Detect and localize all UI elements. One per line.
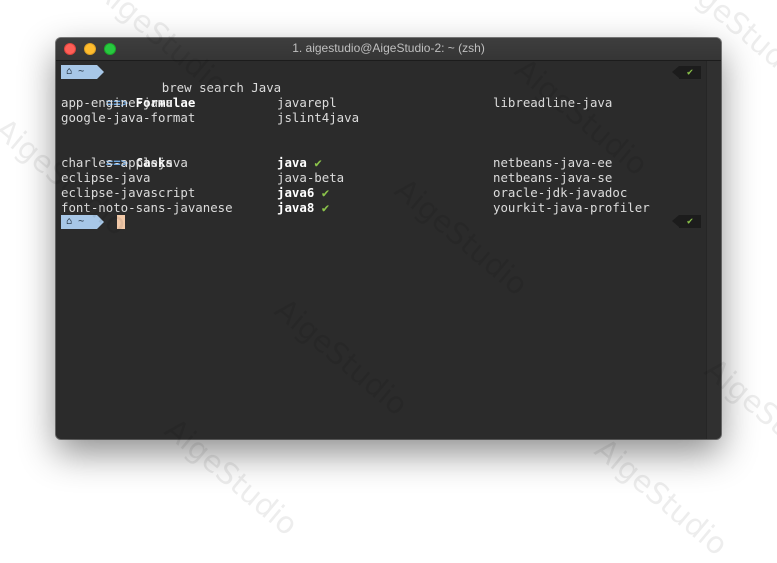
cask-name: java-beta [277, 170, 345, 185]
checkmark-icon: ✔ [686, 216, 694, 227]
home-icon: ⌂ [66, 216, 73, 227]
cask-name: java8 [277, 200, 315, 215]
window-title: 1. aigestudio@AigeStudio-2: ~ (zsh) [292, 41, 485, 55]
list-item: eclipse-java java-beta netbeans-java-se [61, 170, 701, 185]
cask-name: font-noto-sans-javanese [61, 200, 233, 215]
checkmark-icon: ✔ [314, 155, 322, 170]
status-segment: ✔ [672, 215, 701, 228]
cask-name: yourkit-java-profiler [493, 200, 650, 215]
watermark: AigeStudio [587, 432, 735, 563]
text-cursor[interactable] [117, 215, 125, 229]
cask-name: oracle-jdk-javadoc [493, 185, 628, 200]
cask-name: netbeans-java-ee [493, 155, 613, 170]
formula-name: jslint4java [277, 110, 360, 125]
cask-name: java [277, 155, 307, 170]
formula-name: javarepl [277, 95, 337, 110]
list-item: app-engine-java javarepl libreadline-jav… [61, 95, 701, 110]
title-bar[interactable]: 1. aigestudio@AigeStudio-2: ~ (zsh) [56, 38, 721, 61]
casks-header: ==> Casks [61, 140, 173, 170]
prompt-path: ~ [78, 66, 85, 77]
formula-name: libreadline-java [493, 95, 613, 110]
command-line: brew search Java [117, 65, 281, 95]
home-icon: ⌂ [66, 66, 73, 77]
formulae-header: ==> Formulae [61, 80, 196, 110]
cask-name: netbeans-java-se [493, 170, 613, 185]
prompt-segment: ⌂ ~ [61, 65, 104, 79]
terminal-content[interactable]: ⌂ ~ brew search Java ✔ ==> Formulae app-… [56, 61, 707, 439]
cask-name: eclipse-java [61, 170, 151, 185]
checkmark-icon: ✔ [321, 200, 330, 215]
checkmark-icon: ✔ [321, 185, 330, 200]
status-segment: ✔ [672, 66, 701, 79]
prompt-path: ~ [78, 216, 85, 227]
list-item: google-java-format jslint4java [61, 110, 701, 125]
cask-name: java6 [277, 185, 315, 200]
formula-name: app-engine-java [61, 95, 173, 110]
list-item: charles-applejava java ✔ netbeans-java-e… [61, 155, 701, 170]
terminal-window[interactable]: 1. aigestudio@AigeStudio-2: ~ (zsh) ⌂ ~ … [56, 38, 721, 439]
cask-name: eclipse-javascript [61, 185, 196, 200]
list-item: font-noto-sans-javanese java8 ✔ yourkit-… [61, 200, 701, 215]
scrollbar[interactable] [706, 61, 721, 439]
cask-name: charles-applejava [61, 155, 188, 170]
prompt-segment: ⌂ ~ [61, 215, 104, 229]
checkmark-icon: ✔ [686, 67, 694, 78]
formula-name: google-java-format [61, 110, 196, 125]
list-item: eclipse-javascript java6 ✔ oracle-jdk-ja… [61, 185, 701, 200]
